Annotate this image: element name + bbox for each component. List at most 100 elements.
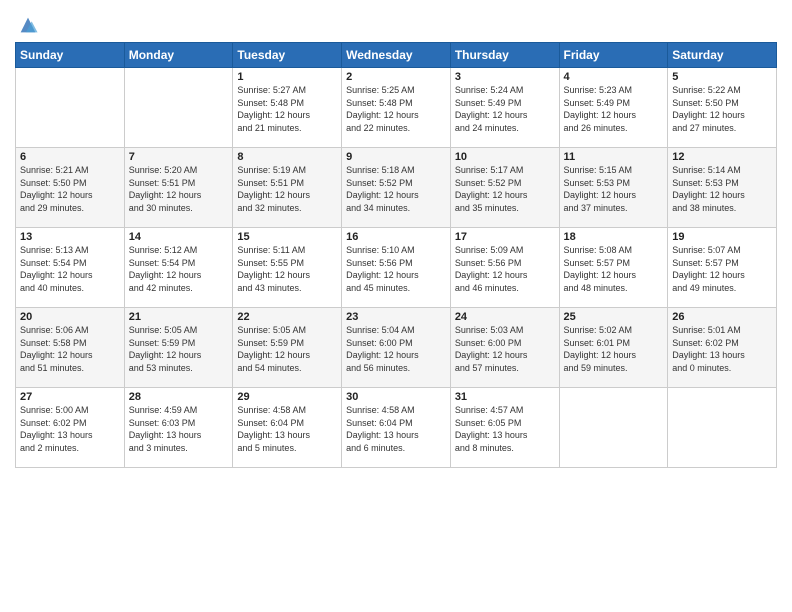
calendar-cell: 7Sunrise: 5:20 AM Sunset: 5:51 PM Daylig… (124, 148, 233, 228)
day-number: 4 (564, 71, 664, 83)
calendar-cell: 16Sunrise: 5:10 AM Sunset: 5:56 PM Dayli… (342, 228, 451, 308)
day-info: Sunrise: 5:06 AM Sunset: 5:58 PM Dayligh… (20, 324, 120, 374)
day-info: Sunrise: 5:14 AM Sunset: 5:53 PM Dayligh… (672, 164, 772, 214)
weekday-header-friday: Friday (559, 43, 668, 68)
day-number: 17 (455, 231, 555, 243)
day-number: 8 (237, 151, 337, 163)
calendar-cell: 19Sunrise: 5:07 AM Sunset: 5:57 PM Dayli… (668, 228, 777, 308)
day-info: Sunrise: 5:21 AM Sunset: 5:50 PM Dayligh… (20, 164, 120, 214)
week-row-2: 6Sunrise: 5:21 AM Sunset: 5:50 PM Daylig… (16, 148, 777, 228)
day-number: 29 (237, 391, 337, 403)
day-number: 20 (20, 311, 120, 323)
day-info: Sunrise: 5:09 AM Sunset: 5:56 PM Dayligh… (455, 244, 555, 294)
calendar-cell: 25Sunrise: 5:02 AM Sunset: 6:01 PM Dayli… (559, 308, 668, 388)
day-number: 3 (455, 71, 555, 83)
weekday-header-thursday: Thursday (450, 43, 559, 68)
day-number: 5 (672, 71, 772, 83)
logo-icon (17, 14, 39, 36)
weekday-header-wednesday: Wednesday (342, 43, 451, 68)
calendar-cell: 18Sunrise: 5:08 AM Sunset: 5:57 PM Dayli… (559, 228, 668, 308)
day-number: 13 (20, 231, 120, 243)
day-info: Sunrise: 5:08 AM Sunset: 5:57 PM Dayligh… (564, 244, 664, 294)
calendar-cell: 30Sunrise: 4:58 AM Sunset: 6:04 PM Dayli… (342, 388, 451, 468)
page-container: SundayMondayTuesdayWednesdayThursdayFrid… (0, 0, 792, 478)
calendar-cell: 14Sunrise: 5:12 AM Sunset: 5:54 PM Dayli… (124, 228, 233, 308)
calendar-cell: 8Sunrise: 5:19 AM Sunset: 5:51 PM Daylig… (233, 148, 342, 228)
calendar-cell: 13Sunrise: 5:13 AM Sunset: 5:54 PM Dayli… (16, 228, 125, 308)
calendar-cell (559, 388, 668, 468)
calendar-cell: 12Sunrise: 5:14 AM Sunset: 5:53 PM Dayli… (668, 148, 777, 228)
day-info: Sunrise: 5:24 AM Sunset: 5:49 PM Dayligh… (455, 84, 555, 134)
week-row-5: 27Sunrise: 5:00 AM Sunset: 6:02 PM Dayli… (16, 388, 777, 468)
day-info: Sunrise: 5:12 AM Sunset: 5:54 PM Dayligh… (129, 244, 229, 294)
calendar-cell: 29Sunrise: 4:58 AM Sunset: 6:04 PM Dayli… (233, 388, 342, 468)
calendar-cell: 24Sunrise: 5:03 AM Sunset: 6:00 PM Dayli… (450, 308, 559, 388)
day-info: Sunrise: 5:01 AM Sunset: 6:02 PM Dayligh… (672, 324, 772, 374)
day-info: Sunrise: 5:25 AM Sunset: 5:48 PM Dayligh… (346, 84, 446, 134)
day-info: Sunrise: 5:19 AM Sunset: 5:51 PM Dayligh… (237, 164, 337, 214)
calendar-cell: 23Sunrise: 5:04 AM Sunset: 6:00 PM Dayli… (342, 308, 451, 388)
calendar-cell: 6Sunrise: 5:21 AM Sunset: 5:50 PM Daylig… (16, 148, 125, 228)
day-number: 2 (346, 71, 446, 83)
calendar-cell (16, 68, 125, 148)
calendar-cell: 31Sunrise: 4:57 AM Sunset: 6:05 PM Dayli… (450, 388, 559, 468)
day-info: Sunrise: 5:07 AM Sunset: 5:57 PM Dayligh… (672, 244, 772, 294)
day-info: Sunrise: 5:13 AM Sunset: 5:54 PM Dayligh… (20, 244, 120, 294)
logo (15, 14, 39, 36)
day-number: 26 (672, 311, 772, 323)
day-info: Sunrise: 5:22 AM Sunset: 5:50 PM Dayligh… (672, 84, 772, 134)
day-number: 15 (237, 231, 337, 243)
day-number: 30 (346, 391, 446, 403)
day-number: 14 (129, 231, 229, 243)
calendar-cell: 9Sunrise: 5:18 AM Sunset: 5:52 PM Daylig… (342, 148, 451, 228)
calendar-cell: 2Sunrise: 5:25 AM Sunset: 5:48 PM Daylig… (342, 68, 451, 148)
day-number: 24 (455, 311, 555, 323)
weekday-header-monday: Monday (124, 43, 233, 68)
day-number: 6 (20, 151, 120, 163)
calendar-cell: 26Sunrise: 5:01 AM Sunset: 6:02 PM Dayli… (668, 308, 777, 388)
week-row-3: 13Sunrise: 5:13 AM Sunset: 5:54 PM Dayli… (16, 228, 777, 308)
day-info: Sunrise: 5:15 AM Sunset: 5:53 PM Dayligh… (564, 164, 664, 214)
day-info: Sunrise: 5:18 AM Sunset: 5:52 PM Dayligh… (346, 164, 446, 214)
day-number: 10 (455, 151, 555, 163)
day-info: Sunrise: 5:10 AM Sunset: 5:56 PM Dayligh… (346, 244, 446, 294)
calendar-cell: 21Sunrise: 5:05 AM Sunset: 5:59 PM Dayli… (124, 308, 233, 388)
day-number: 25 (564, 311, 664, 323)
header (15, 10, 777, 36)
day-number: 23 (346, 311, 446, 323)
day-info: Sunrise: 5:20 AM Sunset: 5:51 PM Dayligh… (129, 164, 229, 214)
day-number: 12 (672, 151, 772, 163)
day-info: Sunrise: 5:00 AM Sunset: 6:02 PM Dayligh… (20, 404, 120, 454)
calendar-table: SundayMondayTuesdayWednesdayThursdayFrid… (15, 42, 777, 468)
day-number: 18 (564, 231, 664, 243)
calendar-cell (124, 68, 233, 148)
weekday-header-sunday: Sunday (16, 43, 125, 68)
day-info: Sunrise: 5:04 AM Sunset: 6:00 PM Dayligh… (346, 324, 446, 374)
calendar-cell: 15Sunrise: 5:11 AM Sunset: 5:55 PM Dayli… (233, 228, 342, 308)
calendar-cell: 3Sunrise: 5:24 AM Sunset: 5:49 PM Daylig… (450, 68, 559, 148)
day-info: Sunrise: 5:05 AM Sunset: 5:59 PM Dayligh… (237, 324, 337, 374)
day-number: 22 (237, 311, 337, 323)
calendar-cell: 20Sunrise: 5:06 AM Sunset: 5:58 PM Dayli… (16, 308, 125, 388)
day-info: Sunrise: 4:59 AM Sunset: 6:03 PM Dayligh… (129, 404, 229, 454)
day-number: 19 (672, 231, 772, 243)
weekday-header-saturday: Saturday (668, 43, 777, 68)
day-info: Sunrise: 5:11 AM Sunset: 5:55 PM Dayligh… (237, 244, 337, 294)
day-info: Sunrise: 5:17 AM Sunset: 5:52 PM Dayligh… (455, 164, 555, 214)
day-number: 27 (20, 391, 120, 403)
day-info: Sunrise: 5:02 AM Sunset: 6:01 PM Dayligh… (564, 324, 664, 374)
calendar-cell: 28Sunrise: 4:59 AM Sunset: 6:03 PM Dayli… (124, 388, 233, 468)
day-info: Sunrise: 5:05 AM Sunset: 5:59 PM Dayligh… (129, 324, 229, 374)
day-number: 11 (564, 151, 664, 163)
calendar-cell: 4Sunrise: 5:23 AM Sunset: 5:49 PM Daylig… (559, 68, 668, 148)
day-number: 1 (237, 71, 337, 83)
day-info: Sunrise: 5:23 AM Sunset: 5:49 PM Dayligh… (564, 84, 664, 134)
calendar-cell: 22Sunrise: 5:05 AM Sunset: 5:59 PM Dayli… (233, 308, 342, 388)
header-row: SundayMondayTuesdayWednesdayThursdayFrid… (16, 43, 777, 68)
day-number: 31 (455, 391, 555, 403)
calendar-cell (668, 388, 777, 468)
day-number: 28 (129, 391, 229, 403)
day-number: 7 (129, 151, 229, 163)
calendar-cell: 5Sunrise: 5:22 AM Sunset: 5:50 PM Daylig… (668, 68, 777, 148)
calendar-cell: 10Sunrise: 5:17 AM Sunset: 5:52 PM Dayli… (450, 148, 559, 228)
